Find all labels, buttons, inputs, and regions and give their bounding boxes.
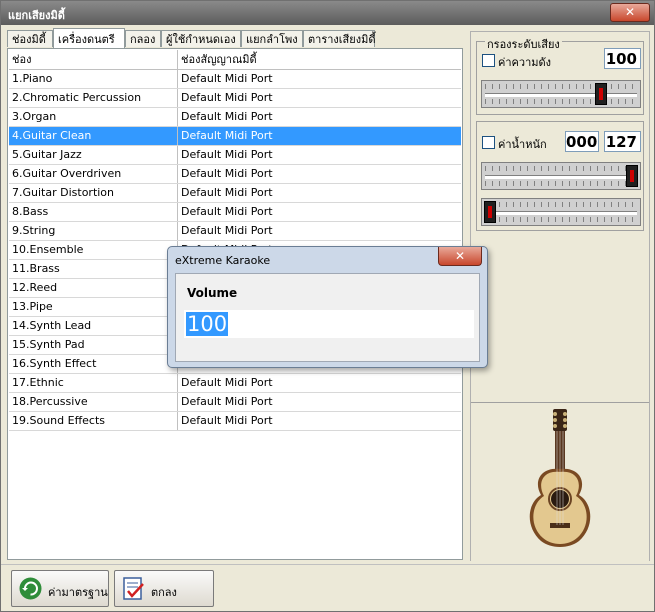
- instrument-name-cell: 13.Pipe: [9, 298, 178, 316]
- table-row[interactable]: 5.Guitar Jazz Default Midi Port: [9, 146, 461, 165]
- weight-low-slider-thumb[interactable]: [484, 201, 496, 223]
- title-bar: แยกเสียงมิดี้ ✕: [1, 1, 654, 25]
- filter-group-caption: กรองระดับเสียง: [485, 35, 562, 53]
- midi-port-cell[interactable]: Default Midi Port: [178, 374, 461, 392]
- instrument-name-cell: 7.Guitar Distortion: [9, 184, 178, 202]
- instrument-name-cell: 2.Chromatic Percussion: [9, 89, 178, 107]
- midi-port-cell[interactable]: Default Midi Port: [178, 203, 461, 221]
- default-settings-label: ค่ามาตรฐาน: [48, 586, 108, 599]
- midi-port-cell[interactable]: Default Midi Port: [178, 165, 461, 183]
- midi-port-cell[interactable]: Default Midi Port: [178, 108, 461, 126]
- weight-low-slider[interactable]: [481, 198, 641, 226]
- instrument-grid: ช่อง ช่องสัญญาณมิดี้ 1.Piano Default Midi…: [9, 50, 461, 431]
- table-row[interactable]: 2.Chromatic Percussion Default Midi Port: [9, 89, 461, 108]
- slider-ticks: [485, 202, 637, 207]
- weight-high-slider-thumb[interactable]: [626, 165, 638, 187]
- volume-slider[interactable]: [481, 80, 641, 108]
- midi-port-cell[interactable]: Default Midi Port: [178, 70, 461, 88]
- instrument-name-cell: 1.Piano: [9, 70, 178, 88]
- slider-track: [485, 93, 637, 97]
- midi-port-cell[interactable]: Default Midi Port: [178, 184, 461, 202]
- dialog-volume-label: Volume: [187, 286, 238, 300]
- header-channel[interactable]: ช่อง: [9, 50, 178, 69]
- filter-side-panel: กรองระดับเสียง ค่าความดัง 100 ค่าน้ำหนัก…: [470, 31, 650, 561]
- midi-port-cell[interactable]: Default Midi Port: [178, 89, 461, 107]
- checklist-icon: [123, 577, 144, 600]
- instrument-name-cell: 11.Brass: [9, 260, 178, 278]
- window-close-button[interactable]: ✕: [610, 3, 650, 22]
- midi-port-cell[interactable]: Default Midi Port: [178, 222, 461, 240]
- weight-checkbox[interactable]: [482, 136, 495, 149]
- instrument-name-cell: 16.Synth Effect: [9, 355, 178, 373]
- table-row[interactable]: 8.Bass Default Midi Port: [9, 203, 461, 222]
- instrument-name-cell: 5.Guitar Jazz: [9, 146, 178, 164]
- table-row[interactable]: 19.Sound Effects Default Midi Port: [9, 412, 461, 431]
- weight-low-value: 000: [565, 131, 599, 152]
- dialog-volume-input[interactable]: 100: [184, 310, 474, 338]
- ok-button[interactable]: ตกลง: [114, 570, 214, 607]
- table-row[interactable]: 7.Guitar Distortion Default Midi Port: [9, 184, 461, 203]
- ok-label: ตกลง: [151, 586, 177, 599]
- volume-value: 100: [604, 48, 641, 69]
- instrument-name-cell: 17.Ethnic: [9, 374, 178, 392]
- midi-port-cell[interactable]: Default Midi Port: [178, 127, 461, 145]
- table-row[interactable]: 18.Percussive Default Midi Port: [9, 393, 461, 412]
- slider-track: [485, 211, 637, 215]
- instrument-name-cell: 15.Synth Pad: [9, 336, 178, 354]
- slider-ticks: [485, 166, 637, 171]
- tab-midi-table[interactable]: ตารางเสียงมิดี้: [303, 30, 375, 47]
- instrument-name-cell: 12.Reed: [9, 279, 178, 297]
- tab-user-defined[interactable]: ผู้ใช้กำหนดเอง: [161, 30, 241, 47]
- tab-midi-channel[interactable]: ช่องมิดี้: [7, 30, 53, 47]
- volume-label: ค่าความดัง: [498, 56, 552, 69]
- volume-slider-thumb[interactable]: [595, 83, 607, 105]
- instrument-name-cell: 4.Guitar Clean: [9, 127, 178, 145]
- table-row[interactable]: 3.Organ Default Midi Port: [9, 108, 461, 127]
- default-settings-button[interactable]: ค่ามาตรฐาน: [11, 570, 109, 607]
- dialog-title: eXtreme Karaoke: [175, 254, 271, 267]
- window-title: แยกเสียงมิดี้: [8, 9, 65, 22]
- instrument-name-cell: 6.Guitar Overdriven: [9, 165, 178, 183]
- volume-dialog: eXtreme Karaoke ✕ Volume 100: [167, 246, 488, 368]
- refresh-icon: [19, 577, 42, 600]
- slider-ticks: [485, 217, 637, 222]
- guitar-icon: [529, 409, 591, 547]
- weight-label: ค่าน้ำหนัก: [498, 138, 547, 151]
- midi-port-cell[interactable]: Default Midi Port: [178, 393, 461, 411]
- slider-ticks: [485, 99, 637, 104]
- tab-instruments[interactable]: เครื่องดนตรี: [53, 28, 125, 49]
- dialog-close-button[interactable]: ✕: [438, 247, 482, 266]
- main-window: แยกเสียงมิดี้ ✕ ช่องมิดี้ เครื่องดนตรี ก…: [0, 0, 655, 612]
- midi-port-cell[interactable]: Default Midi Port: [178, 412, 461, 430]
- header-midi-port[interactable]: ช่องสัญญาณมิดี้: [178, 50, 461, 69]
- instrument-name-cell: 10.Ensemble: [9, 241, 178, 259]
- weight-filter-group: ค่าน้ำหนัก 000 127: [476, 121, 644, 231]
- instrument-name-cell: 9.String: [9, 222, 178, 240]
- instrument-image-panel: [471, 402, 649, 561]
- table-row[interactable]: 4.Guitar Clean Default Midi Port: [9, 127, 461, 146]
- dialog-volume-value: 100: [186, 312, 229, 336]
- instrument-name-cell: 8.Bass: [9, 203, 178, 221]
- tab-drums[interactable]: กลอง: [125, 30, 161, 47]
- tab-split-speakers[interactable]: แยกลำโพง: [241, 30, 303, 47]
- instrument-name-cell: 14.Synth Lead: [9, 317, 178, 335]
- instrument-name-cell: 3.Organ: [9, 108, 178, 126]
- weight-high-slider[interactable]: [481, 162, 641, 190]
- table-row[interactable]: 17.Ethnic Default Midi Port: [9, 374, 461, 393]
- instrument-name-cell: 18.Percussive: [9, 393, 178, 411]
- weight-high-value: 127: [604, 131, 641, 152]
- instrument-name-cell: 19.Sound Effects: [9, 412, 178, 430]
- table-row[interactable]: 9.String Default Midi Port: [9, 222, 461, 241]
- volume-filter-group: กรองระดับเสียง ค่าความดัง 100: [476, 35, 644, 115]
- grid-header: ช่อง ช่องสัญญาณมิดี้: [9, 50, 461, 70]
- bottom-button-bar: ค่ามาตรฐาน ตกลง: [1, 564, 654, 612]
- slider-track: [485, 175, 637, 179]
- volume-checkbox[interactable]: [482, 54, 495, 67]
- slider-ticks: [485, 181, 637, 186]
- table-row[interactable]: 1.Piano Default Midi Port: [9, 70, 461, 89]
- midi-port-cell[interactable]: Default Midi Port: [178, 146, 461, 164]
- dialog-body: Volume 100: [175, 273, 480, 362]
- slider-ticks: [485, 84, 637, 89]
- table-row[interactable]: 6.Guitar Overdriven Default Midi Port: [9, 165, 461, 184]
